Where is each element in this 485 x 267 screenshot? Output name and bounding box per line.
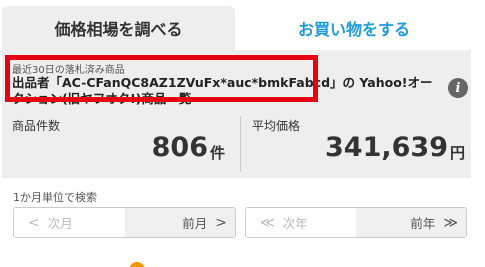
highlight-box <box>5 55 318 102</box>
stats-row: 商品件数 806 件 平均価格 341,639 円 <box>2 110 471 178</box>
avg-price-unit: 円 <box>450 144 466 162</box>
results-header: 最近30日の落札済み商品 出品者「AC-CFanQC8AZ1ZVuFx*auc*… <box>2 50 471 108</box>
chevron-right-icon: > <box>215 214 227 231</box>
count-unit: 件 <box>210 144 226 162</box>
month-nav: < 次月 前月 > <box>13 207 236 238</box>
next-month-button[interactable]: < 次月 <box>14 208 125 237</box>
avg-price-value: 341,639 <box>325 132 448 163</box>
prev-year-label: 前年 <box>410 216 436 231</box>
badge-dot <box>129 262 145 267</box>
double-chevron-right-icon: ≫ <box>443 214 458 231</box>
next-year-button[interactable]: ≪ 次年 <box>246 208 356 237</box>
year-nav: ≪ 次年 前年 ≫ <box>245 207 467 238</box>
next-year-label: 次年 <box>282 216 308 231</box>
results-panel: 最近30日の落札済み商品 出品者「AC-CFanQC8AZ1ZVuFx*auc*… <box>2 50 471 178</box>
stats-divider <box>240 116 241 172</box>
tab-shopping[interactable]: お買い物をする <box>237 6 471 50</box>
avg-price-label: 平均価格 <box>252 119 301 133</box>
next-month-label: 次月 <box>47 216 73 231</box>
double-chevron-left-icon: ≪ <box>260 214 275 231</box>
prev-month-button[interactable]: 前月 > <box>125 208 235 237</box>
count-label: 商品件数 <box>12 119 61 133</box>
prev-year-button[interactable]: 前年 ≫ <box>356 208 466 237</box>
tab-price-search[interactable]: 価格相場を調べる <box>2 6 235 50</box>
chevron-left-icon: < <box>28 214 40 231</box>
prev-month-label: 前月 <box>182 216 208 231</box>
tab-bar: 価格相場を調べる お買い物をする <box>0 0 485 50</box>
count-value: 806 <box>151 132 208 163</box>
info-icon[interactable]: i <box>448 78 468 98</box>
period-label: 1か月単位で検索 <box>13 191 97 204</box>
